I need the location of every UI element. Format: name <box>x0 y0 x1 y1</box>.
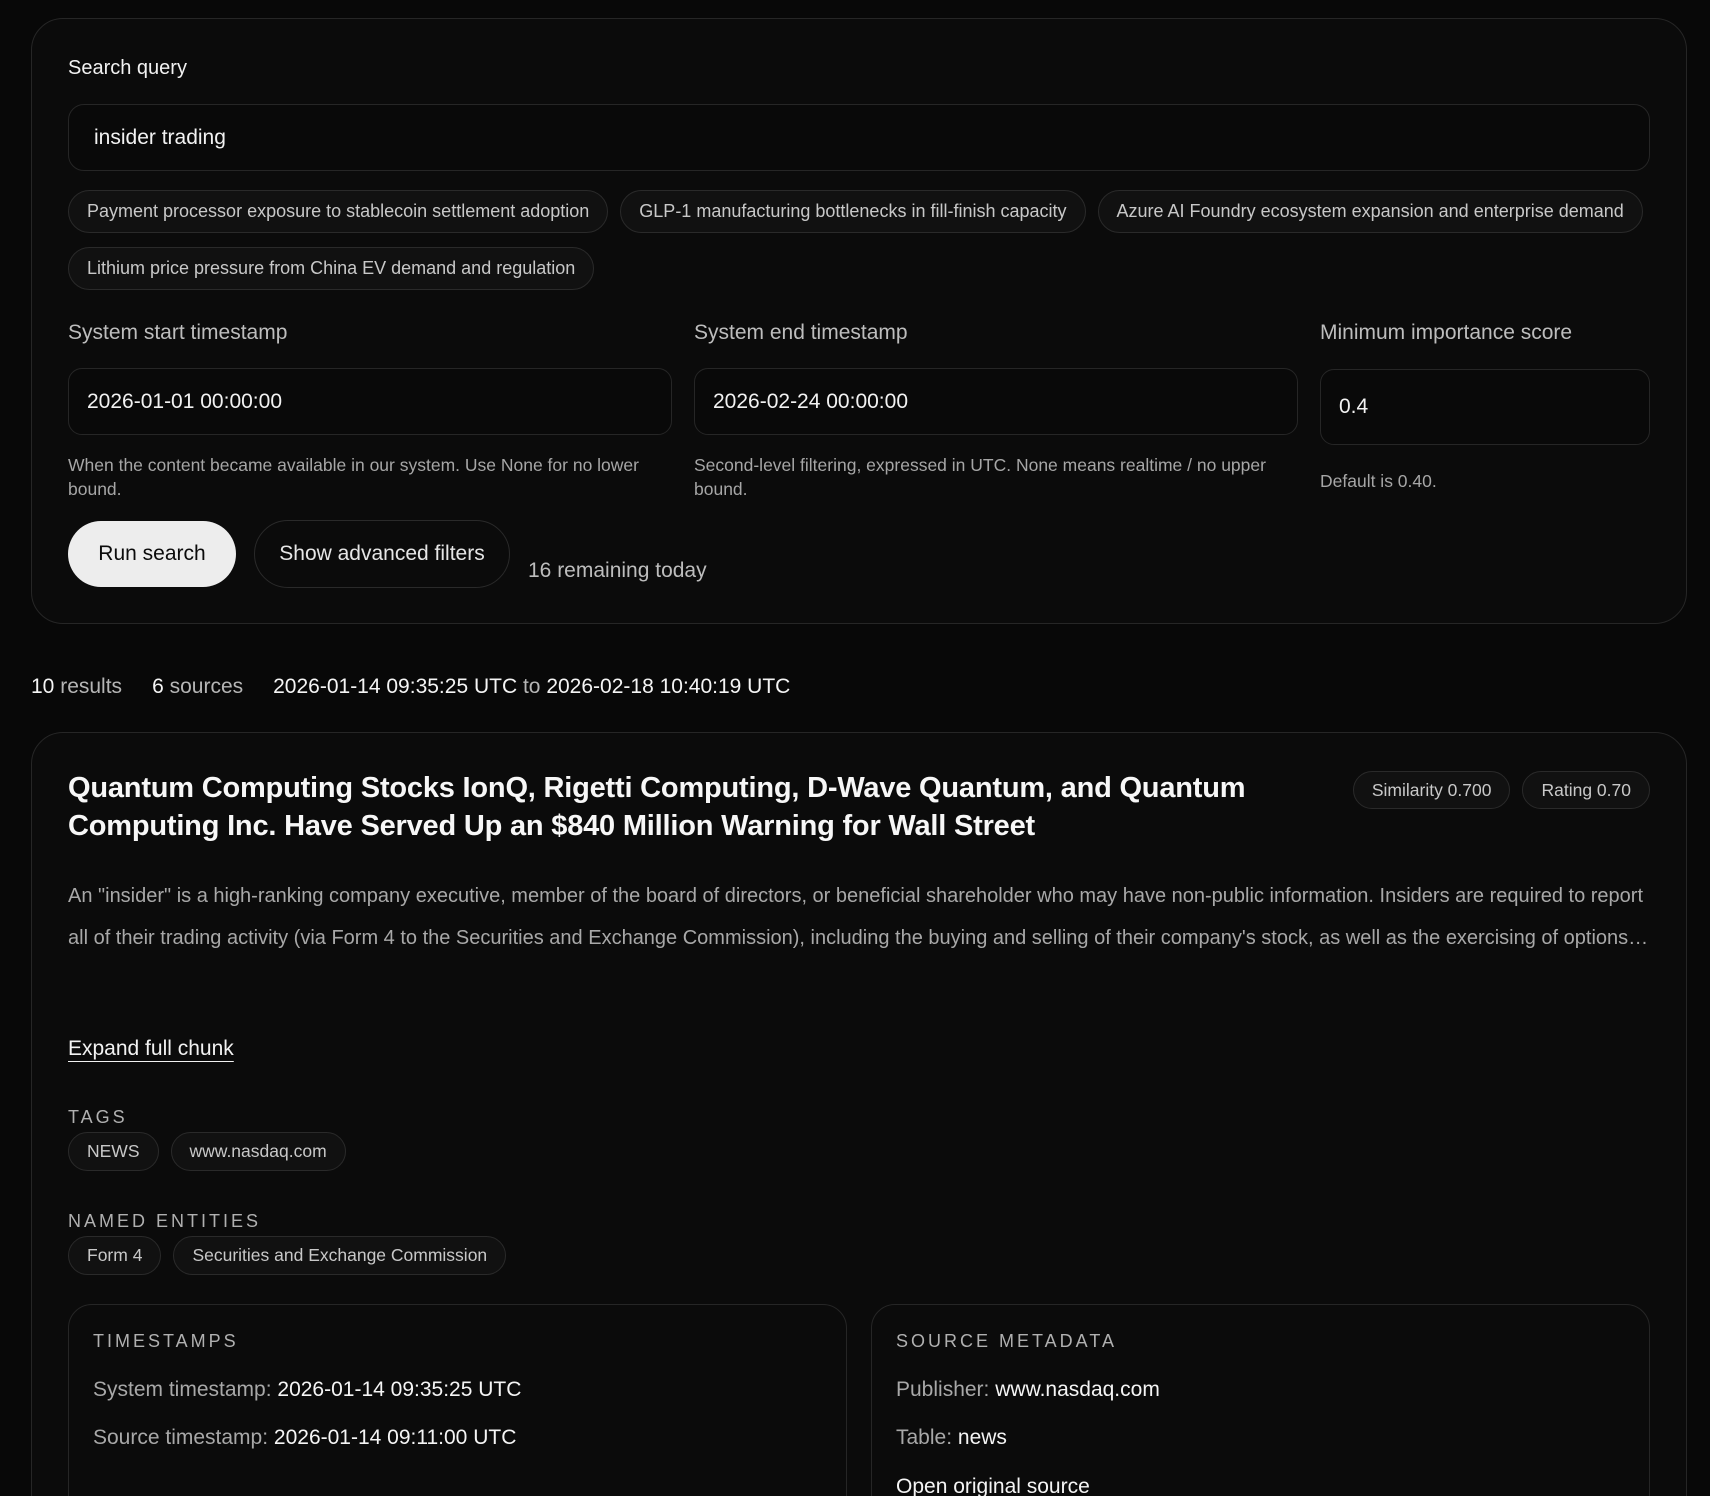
expand-chunk-link[interactable]: Expand full chunk <box>68 1037 234 1061</box>
end-timestamp-label: System end timestamp <box>694 321 908 344</box>
timestamps-heading: TIMESTAMPS <box>93 1331 239 1351</box>
table-value: news <box>957 1426 1007 1449</box>
similarity-badge: Similarity 0.700 <box>1352 771 1511 809</box>
sources-label: sources <box>169 675 244 698</box>
entities-list: Form 4 Securities and Exchange Commissio… <box>68 1236 507 1275</box>
score-pills: Similarity 0.700 Rating 0.70 <box>1352 771 1650 809</box>
tags-heading: TAGS <box>68 1107 128 1127</box>
rating-badge: Rating 0.70 <box>1522 771 1650 809</box>
sources-count: 6 <box>152 675 164 698</box>
results-label: results <box>60 675 123 698</box>
source-metadata-heading: SOURCE METADATA <box>896 1331 1118 1351</box>
system-timestamp-row: System timestamp: 2026-01-14 09:35:25 UT… <box>93 1378 521 1402</box>
system-timestamp-label: System timestamp: <box>93 1378 272 1401</box>
system-timestamp-value: 2026-01-14 09:35:25 UTC <box>277 1378 522 1401</box>
source-timestamp-row: Source timestamp: 2026-01-14 09:11:00 UT… <box>93 1426 516 1450</box>
source-metadata-panel: SOURCE METADATA Publisher: www.nasdaq.co… <box>871 1304 1650 1496</box>
range-to: to <box>522 675 541 698</box>
search-panel: Search query Payment processor exposure … <box>31 18 1687 624</box>
min-score-input[interactable] <box>1320 369 1650 445</box>
publisher-value: www.nasdaq.com <box>995 1378 1160 1401</box>
range-end: 2026-02-18 10:40:19 UTC <box>546 675 791 698</box>
page: Search query Payment processor exposure … <box>0 0 1710 1496</box>
start-timestamp-input[interactable] <box>68 368 672 435</box>
results-count-group: 10 results <box>31 675 122 699</box>
open-source-link[interactable]: Open original source <box>896 1475 1090 1496</box>
results-summary: 10 results 6 sources 2026-01-14 09:35:25… <box>31 675 790 699</box>
suggestion-chips: Payment processor exposure to stablecoin… <box>68 190 1658 290</box>
suggestion-chip[interactable]: Lithium price pressure from China EV dem… <box>68 247 595 290</box>
publisher-row: Publisher: www.nasdaq.com <box>896 1378 1160 1402</box>
end-timestamp-hint: Second-level filtering, expressed in UTC… <box>694 455 1266 499</box>
start-timestamp-label: System start timestamp <box>68 321 288 344</box>
suggestion-chip[interactable]: Payment processor exposure to stablecoin… <box>68 190 609 233</box>
publisher-label: Publisher: <box>896 1378 990 1401</box>
end-timestamp-input[interactable] <box>694 368 1298 435</box>
table-label: Table: <box>896 1426 953 1449</box>
sources-count-group: 6 sources <box>152 675 243 699</box>
result-card: Quantum Computing Stocks IonQ, Rigetti C… <box>31 732 1687 1496</box>
tags-list: NEWS www.nasdaq.com <box>68 1132 346 1171</box>
remaining-quota: 16 remaining today <box>528 559 707 582</box>
tag-chip[interactable]: NEWS <box>68 1132 159 1171</box>
entity-chip[interactable]: Securities and Exchange Commission <box>173 1236 507 1275</box>
min-score-label: Minimum importance score <box>1320 321 1573 344</box>
tag-chip[interactable]: www.nasdaq.com <box>170 1132 346 1171</box>
start-timestamp-hint: When the content became available in our… <box>68 455 639 499</box>
suggestion-chip[interactable]: Azure AI Foundry ecosystem expansion and… <box>1097 190 1643 233</box>
range-start: 2026-01-14 09:35:25 UTC <box>273 675 518 698</box>
source-timestamp-value: 2026-01-14 09:11:00 UTC <box>273 1426 517 1449</box>
results-range: 2026-01-14 09:35:25 UTC to 2026-02-18 10… <box>273 675 790 699</box>
table-row: Table: news <box>896 1426 1007 1450</box>
result-title[interactable]: Quantum Computing Stocks IonQ, Rigetti C… <box>68 769 1248 845</box>
search-input[interactable] <box>68 104 1650 171</box>
suggestion-chip[interactable]: GLP-1 manufacturing bottlenecks in fill-… <box>620 190 1086 233</box>
results-count: 10 <box>31 675 55 698</box>
entity-chip[interactable]: Form 4 <box>68 1236 162 1275</box>
timestamps-panel: TIMESTAMPS System timestamp: 2026-01-14 … <box>68 1304 847 1496</box>
search-query-label: Search query <box>68 57 187 79</box>
entities-heading: NAMED ENTITIES <box>68 1211 262 1231</box>
run-search-button[interactable]: Run search <box>68 521 236 587</box>
advanced-filters-button[interactable]: Show advanced filters <box>254 520 510 588</box>
min-score-hint: Default is 0.40. <box>1320 471 1437 491</box>
source-timestamp-label: Source timestamp: <box>93 1426 269 1449</box>
result-snippet: An "insider" is a high-ranking company e… <box>68 885 1649 949</box>
